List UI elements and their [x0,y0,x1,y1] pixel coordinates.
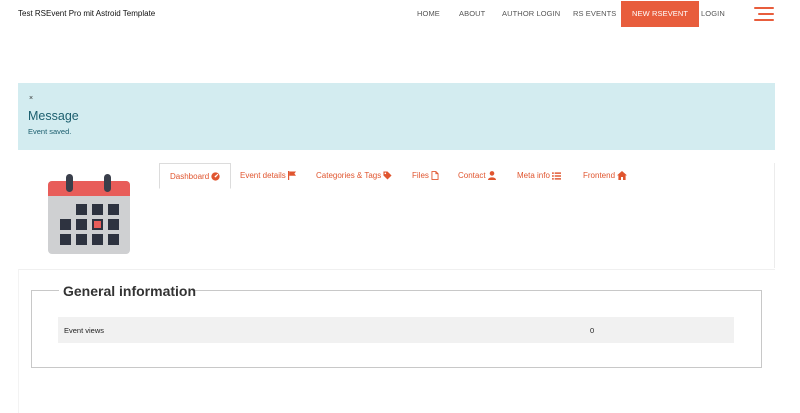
calendar-icon [48,173,130,260]
hamburger-line [758,13,774,15]
tab-label: Files [412,171,429,180]
event-views-label: Event views [64,326,105,335]
tab-frontend[interactable]: Frontend [583,171,628,180]
top-navbar: Test RSEvent Pro mit Astroid Template Ho… [0,0,800,28]
calendar-illustration [48,174,130,254]
dashboard-icon [211,171,220,181]
flag-icon [287,171,296,180]
nav-home[interactable]: Home [417,9,440,18]
tab-label: Event details [240,171,286,180]
alert-heading: Message [28,109,79,123]
nav-login[interactable]: Login [701,9,725,18]
tab-label: Dashboard [170,171,210,181]
hamburger-line [754,19,774,21]
message-alert: × Message Event saved. [18,83,775,150]
tab-label: Contact [458,171,486,180]
user-icon [487,171,496,180]
tab-meta-info[interactable]: Meta info [517,171,561,180]
fieldset-border [31,290,59,291]
tab-label: Categories & Tags [316,171,382,180]
nav-rs-events[interactable]: RS Events [573,9,616,18]
tab-dashboard[interactable]: Dashboard [159,163,232,189]
tab-event-details[interactable]: Event details [240,171,296,180]
tab-label: Meta info [517,171,550,180]
alert-text: Event saved. [28,127,72,136]
list-icon [551,171,561,180]
tab-files[interactable]: Files [412,171,439,180]
tab-panel-edge [774,163,775,268]
tag-icon [383,171,392,180]
table-row: Event views 0 [58,317,734,343]
nav-new-rsevent[interactable]: New RSEvent [621,1,700,27]
fieldset-border [192,290,762,291]
tab-contact[interactable]: Contact [458,171,496,180]
event-views-value: 0 [590,326,595,335]
alert-close-button[interactable]: × [29,95,33,102]
file-icon [431,171,439,180]
nav-about[interactable]: About [459,9,485,18]
hamburger-line [754,7,774,9]
tab-label: Frontend [583,171,616,180]
home-icon [617,171,628,180]
tab-categories-tags[interactable]: Categories & Tags [316,171,392,180]
site-title[interactable]: Test RSEvent Pro mit Astroid Template [18,9,155,18]
hamburger-menu-icon[interactable] [754,6,774,22]
general-information-heading: General information [63,283,197,299]
nav-author-login[interactable]: Author Login [502,9,560,18]
